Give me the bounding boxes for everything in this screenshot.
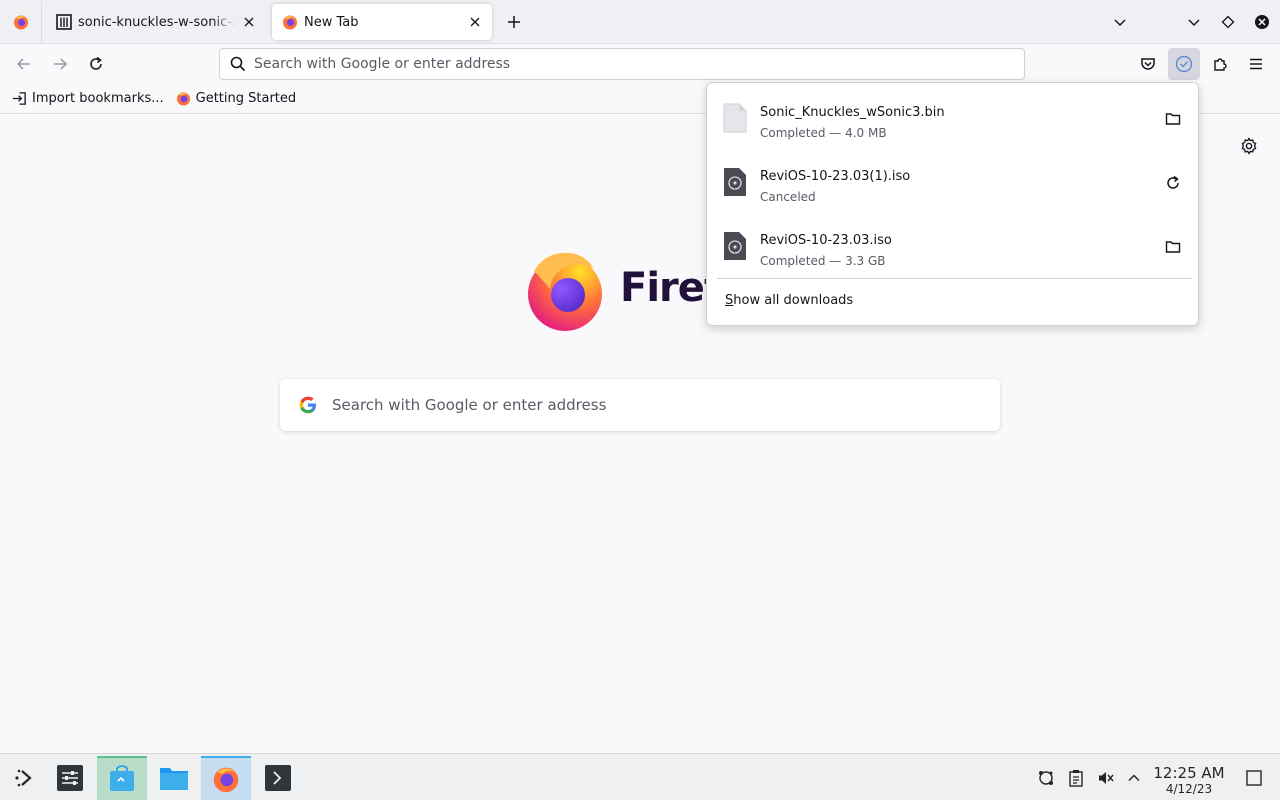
tab-new-tab[interactable]: New Tab [272,4,492,40]
taskbar-discover[interactable] [97,756,147,800]
download-filename: ReviOS-10-23.03.iso [760,233,892,248]
disc-image-icon [724,168,746,196]
list-all-tabs-button[interactable] [1110,12,1130,32]
taskbar-file-manager[interactable] [149,756,199,800]
google-icon [299,396,316,414]
pocket-icon [1141,58,1155,70]
download-status: Completed — 3.3 GB [760,254,886,268]
tab-sonic-knuckles[interactable]: sonic-knuckles-w-sonic-3 d [46,1,266,43]
open-containing-folder-button[interactable] [1161,235,1185,259]
taskbar-firefox[interactable] [201,756,251,800]
volume-muted-icon [1099,772,1114,784]
plus-icon [508,16,520,28]
bookmark-label: Import bookmarks... [32,91,164,106]
network-icon [1039,771,1053,785]
firefox-icon [213,767,239,793]
download-status: Completed — 4.0 MB [760,126,887,140]
show-all-label: how all downloads [733,293,854,308]
app-menu-button[interactable] [1244,52,1268,76]
arrow-left-icon [16,58,30,70]
window-minimize-button[interactable] [1184,12,1204,32]
tray-network[interactable] [1036,768,1056,788]
new-tab-search-box[interactable] [280,379,1000,431]
downloads-button[interactable] [1168,48,1200,80]
settings-app-icon [57,765,83,791]
chevron-up-icon [1128,774,1140,782]
close-icon[interactable] [468,15,482,29]
bookmark-import[interactable]: Import bookmarks... [12,91,164,106]
file-icon [723,103,747,133]
url-input[interactable] [254,56,954,72]
download-filename: ReviOS-10-23.03(1).iso [760,169,911,184]
open-containing-folder-button[interactable] [1161,107,1185,131]
download-item[interactable]: ReviOS-10-23.03(1).iso Canceled [715,153,1192,213]
folder-icon [1165,241,1181,253]
window-maximize-button[interactable] [1218,12,1238,32]
tray-volume[interactable] [1096,768,1116,788]
download-status: Canceled [760,190,816,204]
url-bar[interactable] [219,48,1025,80]
firefox-logo [528,252,602,331]
window-close-button[interactable] [1252,12,1272,32]
separator [717,278,1192,279]
archive-icon [56,14,72,30]
firefox-icon [283,15,297,30]
clock-time: 12:25 AM [1153,764,1225,782]
download-item[interactable]: Sonic_Knuckles_wSonic3.bin Completed — 4… [715,89,1192,149]
bookmark-getting-started[interactable]: Getting Started [176,91,297,106]
retry-icon [1167,175,1179,189]
show-all-downloads-button[interactable]: Show all downloads [725,293,853,308]
pocket-button[interactable] [1136,52,1160,76]
taskbar-terminal[interactable] [253,756,303,800]
tab-pinned-firefox[interactable] [0,1,42,43]
bookmark-label: Getting Started [195,91,297,106]
chevron-down-icon [1188,19,1200,27]
digital-clock[interactable]: 12:25 AM 4/12/23 [1150,764,1228,796]
app-launcher-button[interactable] [0,756,50,800]
launcher-icon [15,769,32,787]
diamond-icon [1221,15,1235,29]
folder-app-icon [160,768,188,790]
back-button[interactable] [12,52,36,76]
reload-icon [90,56,102,70]
tray-clipboard[interactable] [1066,768,1086,788]
tab-title: sonic-knuckles-w-sonic-3 d [78,14,236,30]
import-icon [12,92,26,105]
store-app-icon [110,765,134,791]
extensions-button[interactable] [1208,52,1232,76]
clipboard-icon [1069,770,1083,787]
forward-button[interactable] [48,52,72,76]
retry-download-button[interactable] [1161,171,1185,195]
firefox-icon [13,15,28,30]
folder-icon [1165,113,1181,125]
new-tab-search-input[interactable] [332,396,952,414]
close-circle-icon [1255,15,1269,29]
reload-button[interactable] [84,52,108,76]
tab-strip: sonic-knuckles-w-sonic-3 d New Tab [0,0,1280,44]
terminal-icon [265,765,291,791]
downloads-panel: Sonic_Knuckles_wSonic3.bin Completed — 4… [706,82,1199,326]
download-complete-icon [1175,55,1193,73]
chevron-down-icon [1114,19,1126,27]
hamburger-menu-icon [1250,58,1262,70]
taskbar-system-settings[interactable] [45,756,95,800]
puzzle-icon [1214,58,1227,71]
search-icon [230,56,246,72]
desktop-icon [1246,770,1262,786]
firefox-icon [176,92,190,106]
show-desktop-button[interactable] [1244,768,1264,788]
clock-date: 4/12/23 [1165,782,1213,796]
taskbar: 12:25 AM 4/12/23 [0,753,1280,800]
new-tab-button[interactable] [502,10,526,34]
close-icon[interactable] [242,15,256,29]
tray-expand[interactable] [1124,768,1144,788]
download-item[interactable]: ReviOS-10-23.03.iso Completed — 3.3 GB [715,217,1192,277]
arrow-right-icon [54,58,68,70]
gear-icon[interactable] [1240,137,1258,155]
navigation-toolbar [0,44,1280,84]
download-filename: Sonic_Knuckles_wSonic3.bin [760,105,945,120]
disc-image-icon [724,232,746,260]
tab-title: New Tab [304,14,359,30]
